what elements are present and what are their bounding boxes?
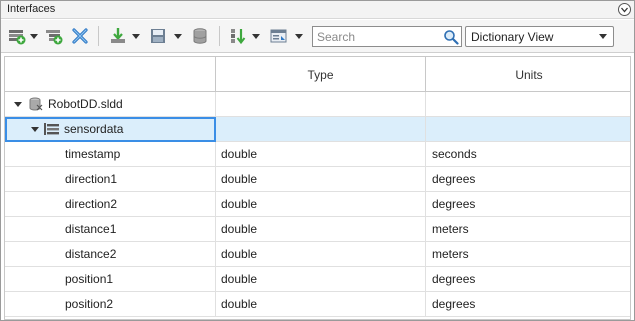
table-row[interactable]: distance1 double meters — [5, 217, 630, 242]
table-row[interactable]: direction1 double degrees — [5, 167, 630, 192]
toolbar-separator — [98, 26, 99, 46]
view-options-dropdown[interactable] — [293, 25, 305, 47]
search-box — [312, 26, 462, 47]
element-type[interactable]: double — [216, 192, 426, 216]
element-name: timestamp — [5, 142, 216, 166]
panel-title: Interfaces — [7, 3, 56, 15]
chevron-down-icon — [30, 33, 38, 39]
interfaces-panel: Interfaces Search Dictionary View Type U… — [0, 0, 635, 321]
element-name: distance2 — [5, 242, 216, 266]
units-cell — [426, 92, 630, 116]
element-name: position1 — [5, 267, 216, 291]
add-interface-icon[interactable] — [6, 25, 28, 47]
element-units[interactable]: degrees — [426, 167, 630, 191]
type-cell — [216, 117, 426, 141]
import-dropdown[interactable] — [130, 25, 142, 47]
save-dropdown[interactable] — [172, 25, 184, 47]
column-header-units[interactable]: Units — [426, 57, 630, 92]
element-type[interactable]: double — [216, 292, 426, 316]
cell-focus-outline — [5, 117, 216, 142]
sort-icon[interactable] — [227, 25, 249, 47]
data-dictionary-icon — [28, 96, 44, 112]
add-interface-dropdown[interactable] — [28, 25, 40, 47]
table-row[interactable]: position1 double degrees — [5, 267, 630, 292]
panel-titlebar: Interfaces — [1, 1, 634, 19]
add-element-icon[interactable] — [43, 25, 65, 47]
element-units[interactable]: degrees — [426, 267, 630, 291]
table-row-interface[interactable]: sensordata — [5, 117, 630, 142]
type-cell — [216, 92, 426, 116]
element-name: distance1 — [5, 217, 216, 241]
expand-arrow-icon[interactable] — [14, 101, 22, 107]
toolbar: Dictionary View — [1, 20, 634, 53]
element-type[interactable]: double — [216, 242, 426, 266]
table-row[interactable]: timestamp double seconds — [5, 142, 630, 167]
dictionary-name: RobotDD.sldd — [48, 97, 123, 111]
element-type[interactable]: double — [216, 267, 426, 291]
element-units[interactable]: seconds — [426, 142, 630, 166]
chevron-down-icon — [295, 33, 303, 39]
table-row[interactable]: distance2 double meters — [5, 242, 630, 267]
table-header: Type Units — [5, 57, 630, 92]
table-row-dictionary[interactable]: RobotDD.sldd — [5, 92, 630, 117]
view-mode-select[interactable]: Dictionary View — [465, 26, 614, 47]
element-type[interactable]: double — [216, 142, 426, 166]
dictionary-icon[interactable] — [189, 25, 211, 47]
element-type[interactable]: double — [216, 167, 426, 191]
chevron-down-icon — [599, 34, 607, 39]
chevron-down-icon — [174, 33, 182, 39]
import-icon[interactable] — [107, 25, 129, 47]
name-cell: RobotDD.sldd — [5, 92, 216, 116]
delete-icon[interactable] — [69, 25, 91, 47]
chevron-down-icon — [252, 33, 260, 39]
table-row[interactable]: position2 double degrees — [5, 292, 630, 317]
table-row[interactable]: direction2 double degrees — [5, 192, 630, 217]
element-name: position2 — [5, 292, 216, 316]
toolbar-separator — [219, 26, 220, 46]
element-units[interactable]: degrees — [426, 192, 630, 216]
element-name: direction1 — [5, 167, 216, 191]
interface-table: Type Units RobotDD.sldd sensordata times… — [4, 56, 631, 320]
column-header-name[interactable] — [5, 57, 216, 92]
element-units[interactable]: meters — [426, 217, 630, 241]
save-icon[interactable] — [147, 25, 169, 47]
column-header-type[interactable]: Type — [216, 57, 426, 92]
search-input[interactable] — [317, 28, 441, 45]
units-cell — [426, 117, 630, 141]
collapse-panel-icon[interactable] — [618, 3, 631, 16]
search-icon[interactable] — [443, 29, 459, 45]
view-mode-value: Dictionary View — [471, 30, 554, 44]
element-units[interactable]: degrees — [426, 292, 630, 316]
property-inspector-icon[interactable] — [268, 25, 290, 47]
chevron-down-icon — [132, 33, 140, 39]
sort-dropdown[interactable] — [250, 25, 262, 47]
element-type[interactable]: double — [216, 217, 426, 241]
element-units[interactable]: meters — [426, 242, 630, 266]
element-name: direction2 — [5, 192, 216, 216]
